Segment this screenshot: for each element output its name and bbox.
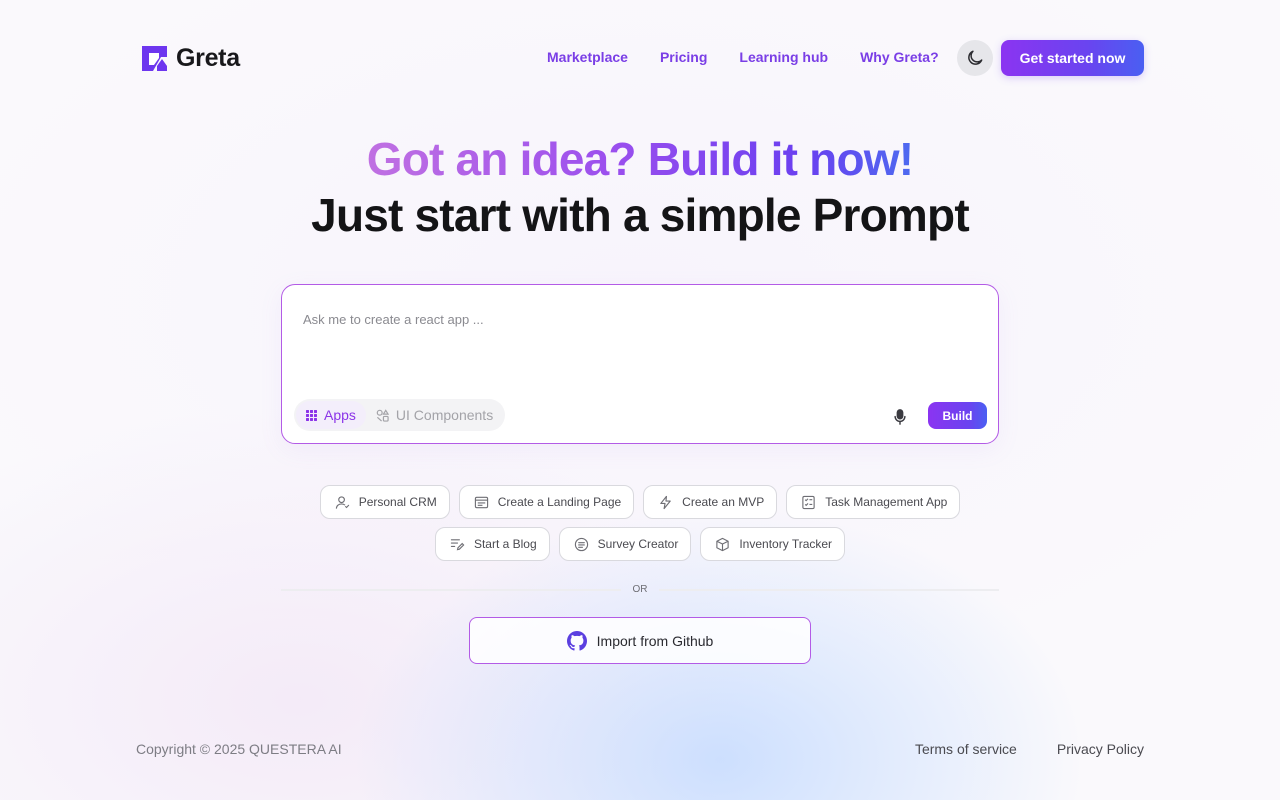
chip-task-management[interactable]: Task Management App [786,485,961,519]
checklist-icon [802,495,815,509]
chip-start-blog[interactable]: Start a Blog [434,527,550,561]
mode-tabs: Apps UI Components [294,399,506,431]
chip-label: Create an MVP [682,495,765,509]
lightning-icon [660,495,671,509]
tab-apps[interactable]: Apps [296,401,366,429]
browser-icon [474,496,488,508]
tab-apps-label: Apps [324,407,356,423]
tab-ui-components-label: UI Components [395,407,494,423]
grid-icon [306,409,317,421]
edit-icon [450,538,465,550]
suggestion-row-1: Personal CRM Create a Landing Page Creat… [0,485,1280,519]
chip-create-mvp[interactable]: Create an MVP [643,485,778,519]
divider-left [281,589,621,591]
chip-personal-crm[interactable]: Personal CRM [319,485,450,519]
or-label: OR [632,584,648,595]
footer-links: Terms of service Privacy Policy [915,741,1144,757]
chip-label: Inventory Tracker [739,537,833,551]
tab-ui-components[interactable]: UI Components [366,401,503,429]
chip-inventory-tracker[interactable]: Inventory Tracker [700,527,846,561]
nav-link-learning-hub[interactable]: Learning hub [739,49,828,65]
theme-toggle-button[interactable] [957,40,993,76]
top-header: Greta Marketplace Pricing Learning hub W… [0,0,1280,116]
hero-subheadline: Just start with a simple Prompt [311,189,969,241]
box-icon [716,537,730,551]
chip-label: Start a Blog [473,537,537,551]
github-icon [566,630,587,651]
build-button[interactable]: Build [928,402,987,429]
import-github-label: Import from Github [596,632,714,649]
brand-logo[interactable]: Greta [141,44,240,73]
greta-logo-icon [142,46,167,71]
suggestion-row-2: Start a Blog Survey Creator Inventory Tr… [0,527,1280,561]
copyright-text: Copyright © 2025 QUESTERA AI [136,741,342,757]
import-github-button[interactable]: Import from Github [469,617,811,664]
get-started-button[interactable]: Get started now [1001,40,1144,76]
nav-link-pricing[interactable]: Pricing [660,49,707,65]
brand-name: Greta [176,44,240,72]
chip-landing-page[interactable]: Create a Landing Page [458,485,635,519]
nav-link-why-greta[interactable]: Why Greta? [860,49,939,65]
microphone-icon [894,409,906,425]
user-icon [335,495,349,509]
hero-headline-text: Got an idea? Build it now! [366,133,914,185]
microphone-button[interactable] [887,404,913,430]
chip-label: Survey Creator [597,537,679,551]
chip-survey-creator[interactable]: Survey Creator [558,527,692,561]
chip-label: Personal CRM [358,495,437,509]
chip-label: Create a Landing Page [497,495,622,509]
chip-label: Task Management App [825,495,948,509]
divider-right [659,589,999,591]
survey-icon [574,537,588,551]
hero-headline: Got an idea? Build it now! [0,132,1280,186]
main-nav: Marketplace Pricing Learning hub Why Gre… [547,49,939,65]
privacy-link[interactable]: Privacy Policy [1057,741,1144,757]
moon-icon [968,50,983,65]
terms-link[interactable]: Terms of service [915,741,1017,757]
nav-link-marketplace[interactable]: Marketplace [547,49,628,65]
shapes-icon [376,408,389,422]
prompt-box: Apps UI Components Build [281,284,999,444]
prompt-input[interactable] [303,309,973,329]
